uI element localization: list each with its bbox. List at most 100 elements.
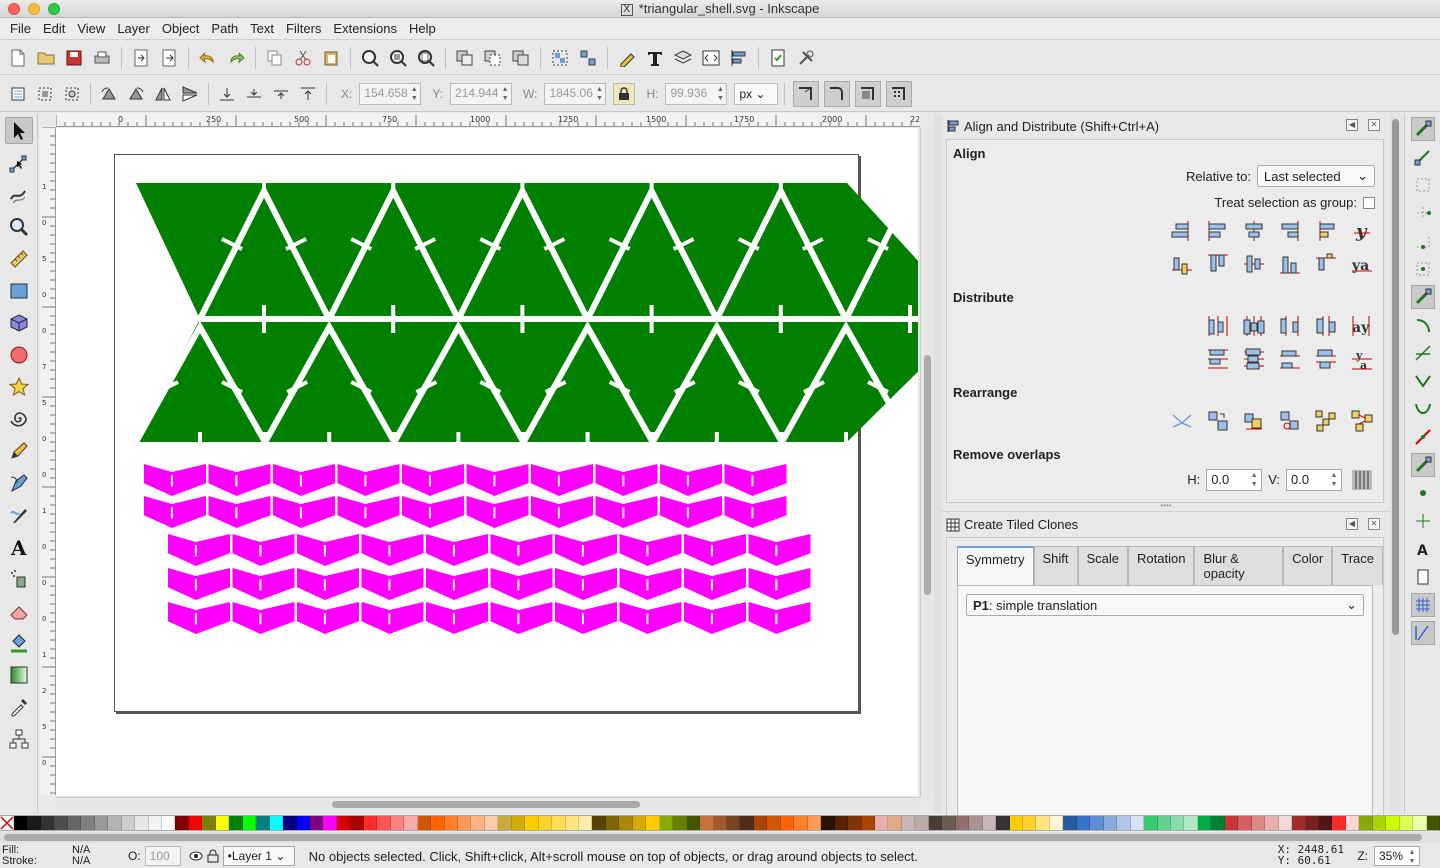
color-swatch[interactable] xyxy=(1359,816,1373,830)
remove-overlaps-button[interactable] xyxy=(1348,466,1375,493)
dropper-tool[interactable] xyxy=(5,693,33,720)
align-right-to-left-button[interactable] xyxy=(1168,217,1195,244)
color-swatch[interactable] xyxy=(148,816,162,830)
color-swatch[interactable] xyxy=(942,816,956,830)
scrollbar-thumb[interactable] xyxy=(332,801,640,808)
import-button[interactable] xyxy=(129,46,153,70)
paint-bucket-tool[interactable] xyxy=(5,629,33,656)
color-swatch[interactable] xyxy=(1318,816,1333,830)
tweak-tool[interactable] xyxy=(5,181,33,208)
snap-paths-toggle[interactable] xyxy=(1411,313,1435,337)
color-swatch[interactable] xyxy=(1413,816,1427,830)
treat-group-checkbox[interactable] xyxy=(1363,196,1375,209)
h-spinner-icon[interactable]: ▲ ▼ xyxy=(715,85,725,103)
duplicate-button[interactable] xyxy=(453,46,477,70)
no-paint-swatch[interactable] xyxy=(0,816,14,830)
pen-tool[interactable] xyxy=(5,469,33,496)
color-swatch[interactable] xyxy=(740,816,754,830)
connector-piece[interactable] xyxy=(426,568,488,600)
snap-smooth-nodes-toggle[interactable] xyxy=(1411,397,1435,421)
color-swatch[interactable] xyxy=(161,816,176,830)
h-input[interactable]: 99.936 ▲ ▼ xyxy=(665,82,728,105)
color-swatch[interactable] xyxy=(511,816,526,830)
lock-ratio-button[interactable] xyxy=(613,82,636,105)
color-swatch[interactable] xyxy=(350,816,364,830)
distribute-centers-h-button[interactable] xyxy=(1240,312,1267,339)
connector-piece[interactable] xyxy=(619,534,682,566)
color-swatch[interactable] xyxy=(996,816,1010,830)
color-swatch[interactable] xyxy=(27,816,41,830)
export-button[interactable] xyxy=(157,46,181,70)
color-swatch[interactable] xyxy=(982,816,997,830)
snap-bbox-toggle[interactable] xyxy=(1411,145,1435,169)
raise-button[interactable] xyxy=(269,82,293,106)
text-font-button[interactable] xyxy=(643,46,667,70)
iconify-panel-button[interactable]: ◀ xyxy=(1346,518,1358,530)
distribute-centers-v-button[interactable] xyxy=(1240,345,1267,372)
print-button[interactable] xyxy=(90,46,114,70)
color-swatch[interactable] xyxy=(336,816,351,830)
y-input[interactable]: 214.944 ▲ ▼ xyxy=(450,82,513,105)
save-button[interactable] xyxy=(62,46,86,70)
randomize-positions-button[interactable] xyxy=(1312,407,1339,434)
node-tool[interactable] xyxy=(5,149,33,176)
color-swatch[interactable] xyxy=(1130,816,1145,830)
color-swatch[interactable] xyxy=(686,816,701,830)
tab-rotation[interactable]: Rotation xyxy=(1128,546,1195,585)
color-swatch[interactable] xyxy=(821,816,835,830)
align-bottom-button[interactable] xyxy=(1276,250,1303,277)
color-swatch[interactable] xyxy=(727,816,741,830)
dock-scrollbar[interactable] xyxy=(1390,113,1402,813)
copy-button[interactable] xyxy=(263,46,287,70)
scrollbar-thumb[interactable] xyxy=(924,355,931,595)
connector-piece[interactable] xyxy=(595,496,658,528)
ungroup-button[interactable] xyxy=(576,46,600,70)
scrollbar-thumb[interactable] xyxy=(4,834,1422,841)
distribute-gaps-h-button[interactable] xyxy=(1312,312,1339,339)
panel-splitter[interactable]: •••• xyxy=(942,502,1390,511)
rotate-cw-button[interactable] xyxy=(124,82,148,106)
color-swatch[interactable] xyxy=(592,816,606,830)
color-swatch[interactable] xyxy=(363,816,378,830)
color-swatch[interactable] xyxy=(1265,816,1279,830)
align-left-button[interactable] xyxy=(1204,217,1231,244)
color-swatch[interactable] xyxy=(713,816,728,830)
color-swatch[interactable] xyxy=(834,816,849,830)
align-distribute-button[interactable] xyxy=(727,46,751,70)
snap-enable-toggle[interactable] xyxy=(1410,117,1435,141)
connector-piece[interactable] xyxy=(748,534,811,566)
connector-piece[interactable] xyxy=(361,568,424,600)
rectangle-tool[interactable] xyxy=(5,277,33,304)
menu-object[interactable]: Object xyxy=(156,21,206,36)
connector-piece[interactable] xyxy=(619,602,682,634)
color-swatch[interactable] xyxy=(54,816,68,830)
connector-piece[interactable] xyxy=(232,534,295,566)
snap-bbox-edges-toggle[interactable] xyxy=(1411,173,1435,197)
color-swatch[interactable] xyxy=(404,816,418,830)
maximize-window-button[interactable] xyxy=(48,3,60,15)
preferences-button[interactable] xyxy=(794,46,818,70)
spray-tool[interactable] xyxy=(5,565,33,592)
exchange-z-order-button[interactable] xyxy=(1240,407,1267,434)
color-swatch[interactable] xyxy=(1345,816,1360,830)
color-swatch[interactable] xyxy=(1426,816,1440,830)
color-swatch[interactable] xyxy=(175,816,189,830)
connector-piece[interactable] xyxy=(297,534,359,566)
connector-piece[interactable] xyxy=(466,496,529,528)
color-swatch[interactable] xyxy=(901,816,916,830)
connector-piece[interactable] xyxy=(337,464,400,496)
menu-text[interactable]: Text xyxy=(244,21,280,36)
color-swatch[interactable] xyxy=(1157,816,1171,830)
dock-resize-handle[interactable] xyxy=(934,113,942,813)
spiral-tool[interactable] xyxy=(5,405,33,432)
color-swatch[interactable] xyxy=(1238,816,1252,830)
color-swatch[interactable] xyxy=(1076,816,1091,830)
color-swatch[interactable] xyxy=(875,816,889,830)
tab-trace[interactable]: Trace xyxy=(1332,546,1383,585)
connector-piece[interactable] xyxy=(168,602,230,634)
connector-piece[interactable] xyxy=(555,602,617,634)
color-swatch[interactable] xyxy=(780,816,795,830)
layer-select[interactable]: •Layer 1 ⌄ xyxy=(222,846,295,866)
color-swatch[interactable] xyxy=(1103,816,1118,830)
connector-piece[interactable] xyxy=(748,568,811,600)
